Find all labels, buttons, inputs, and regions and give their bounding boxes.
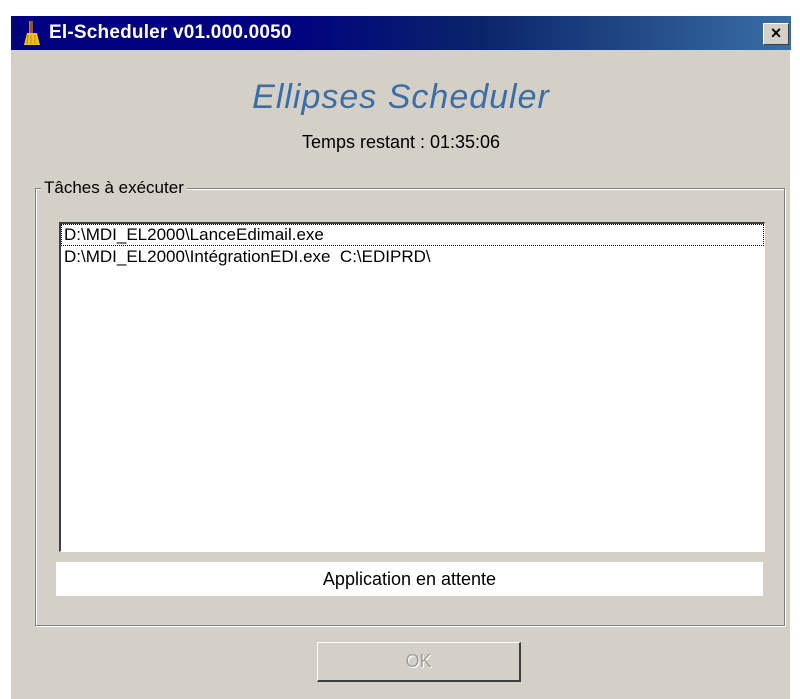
app-title: Ellipses Scheduler — [252, 78, 550, 116]
list-item[interactable]: D:\MDI_EL2000\IntégrationEDI.exe C:\EDIP… — [61, 246, 764, 268]
window-title: El-Scheduler v01.000.0050 — [49, 22, 292, 43]
time-remaining: Temps restant : 01:35:06 — [301, 132, 501, 152]
tasks-group-label: Tâches à exécuter — [41, 178, 187, 198]
ok-button[interactable]: OK — [317, 642, 521, 682]
broom-icon — [21, 20, 43, 46]
close-icon: × — [770, 23, 782, 43]
title-bar[interactable]: El-Scheduler v01.000.0050 × — [11, 16, 791, 50]
scheduler-window: El-Scheduler v01.000.0050 × Ellipses Sch… — [10, 16, 791, 699]
close-button[interactable]: × — [763, 23, 789, 45]
task-list[interactable]: D:\MDI_EL2000\LanceEdimail.exe D:\MDI_EL… — [59, 222, 765, 552]
list-item[interactable]: D:\MDI_EL2000\LanceEdimail.exe — [61, 224, 764, 246]
status-text: Application en attente — [56, 562, 763, 596]
